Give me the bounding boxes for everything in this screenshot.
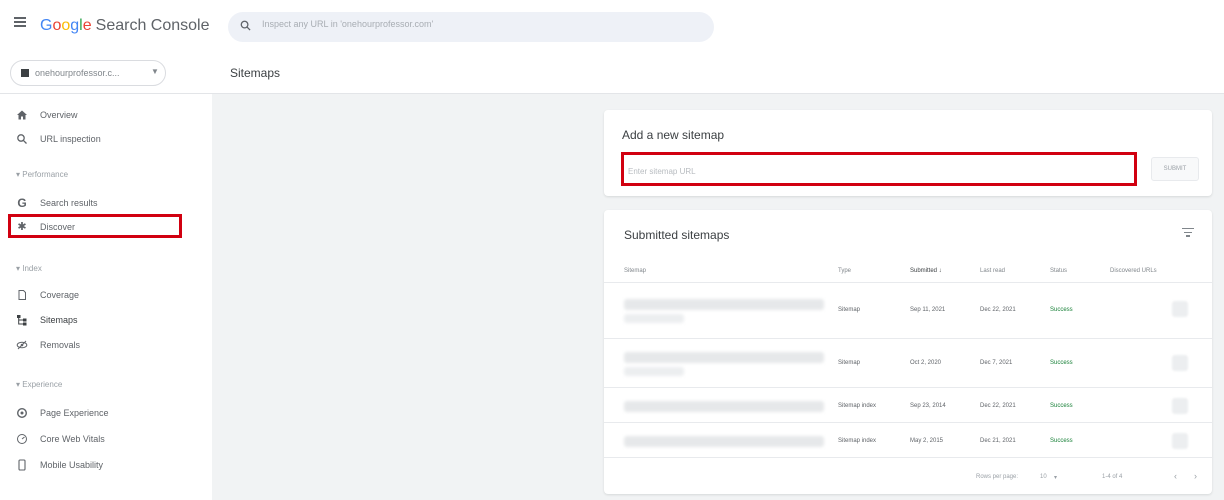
table-row[interactable]: Sitemap index Sep 23, 2014 Dec 22, 2021 … <box>604 389 1212 423</box>
sidebar-item-url-inspection[interactable]: URL inspection <box>0 128 212 150</box>
row-status: Success <box>1050 360 1073 366</box>
open-report-icon[interactable] <box>1172 301 1188 317</box>
property-selector[interactable]: onehourprofessor.c... ▼ <box>10 60 166 86</box>
pagination-range: 1-4 of 4 <box>1102 474 1123 480</box>
submit-button[interactable]: SUBMIT <box>1151 157 1199 181</box>
previous-page-icon[interactable]: ‹ <box>1174 471 1177 481</box>
redacted-sitemap-url <box>624 299 824 310</box>
section-experience[interactable]: ▾ Experience <box>16 380 62 389</box>
add-sitemap-card: Add a new sitemap SUBMIT <box>604 110 1212 196</box>
redacted-sitemap-url <box>624 436 824 447</box>
redacted-sitemap-url <box>624 401 824 412</box>
row-submitted: Oct 2, 2020 <box>910 360 942 366</box>
redacted-sitemap-url-line2 <box>624 367 684 376</box>
row-status: Success <box>1050 307 1073 313</box>
column-header-last-read[interactable]: Last read <box>980 268 1005 274</box>
table-row[interactable]: Sitemap Sep 11, 2021 Dec 22, 2021 Succes… <box>604 283 1212 339</box>
target-icon <box>16 407 28 419</box>
sidebar-item-overview[interactable]: Overview <box>0 104 212 126</box>
top-bar: Google Search Console <box>0 0 1224 52</box>
row-type: Sitemap <box>838 307 861 313</box>
column-header-status[interactable]: Status <box>1050 268 1067 274</box>
highlight-box-sitemaps <box>8 214 182 238</box>
table-row[interactable]: Sitemap Oct 2, 2020 Dec 7, 2021 Success <box>604 340 1212 388</box>
inspect-url-input[interactable] <box>262 19 702 29</box>
phone-icon <box>18 459 26 471</box>
column-header-submitted[interactable]: Submitted ↓ <box>910 268 942 274</box>
google-g-icon: G <box>17 196 27 210</box>
sidebar-item-page-experience[interactable]: Page Experience <box>0 402 212 424</box>
rows-per-page-select[interactable]: 10 <box>1040 474 1047 480</box>
redacted-sitemap-url-line2 <box>624 314 684 323</box>
submitted-sitemaps-card: Submitted sitemaps Sitemap Type Submitte… <box>604 210 1212 494</box>
property-name: onehourprofessor.c... <box>35 68 120 78</box>
open-report-icon[interactable] <box>1172 398 1188 414</box>
section-performance[interactable]: ▾ Performance <box>16 170 68 179</box>
row-submitted: Sep 11, 2021 <box>910 307 946 313</box>
row-submitted: May 2, 2015 <box>910 438 944 444</box>
row-last-read: Dec 22, 2021 <box>980 307 1016 313</box>
home-icon <box>17 110 27 120</box>
property-icon <box>21 69 29 77</box>
sidebar-item-coverage[interactable]: Coverage <box>0 284 212 306</box>
redacted-sitemap-url <box>624 352 824 363</box>
eye-off-icon <box>16 340 28 350</box>
document-icon <box>18 290 26 300</box>
row-type: Sitemap <box>838 360 861 366</box>
chevron-down-icon: ▼ <box>151 67 159 76</box>
row-submitted: Sep 23, 2014 <box>910 403 946 409</box>
sidebar-item-core-web-vitals[interactable]: Core Web Vitals <box>0 428 212 450</box>
table-row[interactable]: Sitemap index May 2, 2015 Dec 21, 2021 S… <box>604 424 1212 458</box>
sidebar-item-removals[interactable]: Removals <box>0 334 212 356</box>
row-type: Sitemap index <box>838 438 877 444</box>
column-header-sitemap[interactable]: Sitemap <box>624 268 646 274</box>
submitted-sitemaps-title: Submitted sitemaps <box>624 228 730 242</box>
search-icon <box>240 20 251 31</box>
highlight-box-sitemap-input <box>621 152 1137 186</box>
row-type: Sitemap index <box>838 403 877 409</box>
row-status: Success <box>1050 438 1073 444</box>
row-last-read: Dec 7, 2021 <box>980 360 1013 366</box>
chevron-down-icon[interactable]: ▾ <box>1054 474 1057 481</box>
search-console-logo[interactable]: Google Search Console <box>40 17 209 35</box>
row-last-read: Dec 21, 2021 <box>980 438 1016 444</box>
search-icon <box>17 134 27 144</box>
column-header-discovered-urls[interactable]: Discovered URLs <box>1110 268 1157 274</box>
row-last-read: Dec 22, 2021 <box>980 403 1016 409</box>
sub-header: onehourprofessor.c... ▼ Sitemaps <box>0 52 1224 94</box>
page-title: Sitemaps <box>230 66 281 80</box>
sidebar: Overview URL inspection ▾ Performance G … <box>0 94 212 500</box>
section-index[interactable]: ▾ Index <box>16 264 42 273</box>
inspect-url-search-bar[interactable] <box>228 12 714 42</box>
open-report-icon[interactable] <box>1172 355 1188 371</box>
open-report-icon[interactable] <box>1172 433 1188 449</box>
add-sitemap-title: Add a new sitemap <box>622 128 725 142</box>
sitemap-icon <box>17 315 27 326</box>
hamburger-menu-icon[interactable] <box>14 17 26 27</box>
gauge-icon <box>17 434 27 444</box>
sidebar-item-mobile-usability[interactable]: Mobile Usability <box>0 454 212 476</box>
row-status: Success <box>1050 403 1073 409</box>
rows-per-page-label: Rows per page: <box>976 474 1019 480</box>
next-page-icon[interactable]: › <box>1194 471 1197 481</box>
sidebar-item-sitemaps[interactable]: Sitemaps <box>0 309 212 331</box>
sidebar-item-search-results[interactable]: G Search results <box>0 192 212 214</box>
filter-icon[interactable] <box>1182 228 1194 238</box>
column-header-type[interactable]: Type <box>838 268 851 274</box>
